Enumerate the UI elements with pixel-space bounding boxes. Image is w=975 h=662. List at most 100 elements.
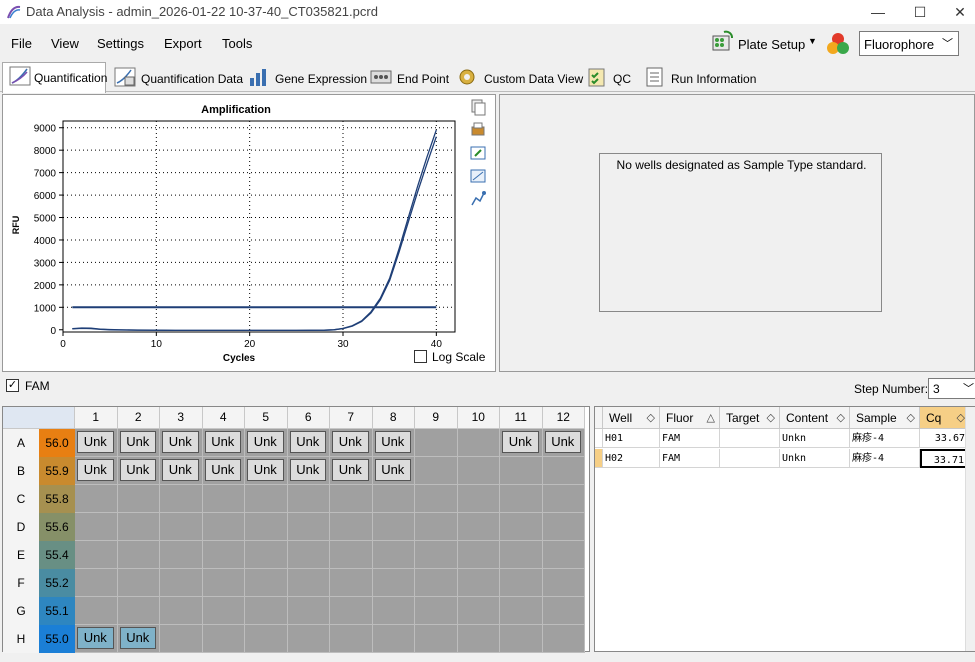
table-cell-sample[interactable]: 麻疹-4	[850, 429, 920, 448]
plate-well[interactable]	[415, 541, 458, 569]
plate-well[interactable]	[160, 569, 203, 597]
plate-well[interactable]	[542, 513, 585, 541]
table-cell-sample[interactable]: 麻疹-4	[850, 449, 920, 468]
menu-tools[interactable]: Tools	[222, 36, 252, 51]
plate-well[interactable]	[160, 513, 203, 541]
fluorophore-select[interactable]: Fluorophore ﹀	[859, 31, 959, 56]
plate-column-header[interactable]: 11	[500, 407, 543, 429]
plate-well[interactable]	[500, 569, 543, 597]
export-image-icon[interactable]	[469, 144, 487, 162]
plate-well[interactable]	[75, 569, 118, 597]
plate-column-header[interactable]: 5	[245, 407, 288, 429]
plate-well[interactable]	[202, 485, 245, 513]
plate-well[interactable]: Unk	[117, 429, 160, 457]
plate-well[interactable]: Unk	[75, 625, 118, 653]
tab-custom-data-view[interactable]: Custom Data View	[450, 64, 583, 91]
menu-view[interactable]: View	[51, 36, 79, 51]
plate-well[interactable]: Unk	[372, 457, 415, 485]
plate-row-header[interactable]: G	[3, 597, 39, 625]
amplification-chart[interactable]: Amplification Cycles RFU 0 10 20 30 40 0 1000 2…	[3, 95, 497, 373]
plate-well[interactable]	[415, 569, 458, 597]
plate-well[interactable]	[330, 569, 373, 597]
plate-well[interactable]: Unk	[117, 457, 160, 485]
tab-run-information[interactable]: Run Information	[638, 64, 756, 91]
plate-well[interactable]	[330, 625, 373, 653]
plate-well[interactable]	[500, 457, 543, 485]
tab-quantification[interactable]: Quantification	[2, 62, 107, 93]
plate-well[interactable]: Unk	[372, 429, 415, 457]
plate-well[interactable]	[372, 569, 415, 597]
plate-row-header[interactable]: D	[3, 513, 39, 541]
chart-settings-icon[interactable]	[469, 190, 487, 208]
plate-well[interactable]	[542, 625, 585, 653]
plate-well[interactable]	[245, 513, 288, 541]
plate-well[interactable]	[457, 569, 500, 597]
plate-well[interactable]: Unk	[160, 457, 203, 485]
plate-well[interactable]	[542, 541, 585, 569]
menu-settings[interactable]: Settings	[97, 36, 144, 51]
plate-well[interactable]	[500, 485, 543, 513]
plate-well[interactable]: Unk	[202, 429, 245, 457]
plate-well[interactable]	[500, 541, 543, 569]
column-header-well[interactable]: Well ◇	[603, 407, 660, 429]
plate-well[interactable]	[457, 429, 500, 457]
plate-row-header[interactable]: F	[3, 569, 39, 597]
plate-well[interactable]	[457, 513, 500, 541]
plate-well[interactable]	[457, 541, 500, 569]
plate-well[interactable]	[457, 597, 500, 625]
plate-well[interactable]	[415, 485, 458, 513]
plate-well[interactable]	[160, 597, 203, 625]
plate-well[interactable]	[202, 625, 245, 653]
plate-well[interactable]: Unk	[287, 429, 330, 457]
plate-well[interactable]	[117, 513, 160, 541]
plate-well[interactable]: Unk	[75, 429, 118, 457]
plate-well[interactable]: Unk	[500, 429, 543, 457]
plate-well[interactable]	[75, 541, 118, 569]
plate-well[interactable]	[457, 625, 500, 653]
table-cell-target[interactable]	[720, 449, 780, 468]
plate-well[interactable]	[202, 569, 245, 597]
plate-well[interactable]	[75, 485, 118, 513]
plate-well[interactable]	[500, 597, 543, 625]
plate-well[interactable]	[415, 625, 458, 653]
plate-well[interactable]: Unk	[330, 457, 373, 485]
tab-end-point[interactable]: End Point	[364, 64, 449, 91]
plate-well[interactable]: Unk	[160, 429, 203, 457]
plate-well[interactable]: Unk	[287, 457, 330, 485]
log-scale-checkbox[interactable]	[414, 350, 427, 363]
fam-checkbox[interactable]: ✓	[6, 379, 19, 392]
plate-well[interactable]	[457, 485, 500, 513]
maximize-button[interactable]: ☐	[906, 2, 934, 22]
plate-well[interactable]	[245, 485, 288, 513]
plate-well[interactable]	[500, 513, 543, 541]
plate-well[interactable]	[330, 513, 373, 541]
table-cell-well[interactable]: H02	[603, 449, 660, 468]
plate-column-header[interactable]: 6	[287, 407, 330, 429]
menu-file[interactable]: File	[11, 36, 32, 51]
plate-well[interactable]	[415, 457, 458, 485]
plate-well[interactable]	[372, 485, 415, 513]
plate-well[interactable]	[117, 597, 160, 625]
plate-well[interactable]: Unk	[245, 457, 288, 485]
plate-well[interactable]: Unk	[75, 457, 118, 485]
plate-well[interactable]	[542, 597, 585, 625]
plate-well[interactable]	[287, 597, 330, 625]
plate-well[interactable]	[117, 569, 160, 597]
vertical-scrollbar[interactable]	[965, 407, 975, 651]
plate-well[interactable]	[372, 541, 415, 569]
plate-well[interactable]: Unk	[542, 429, 585, 457]
table-cell-content[interactable]: Unkn	[780, 449, 850, 468]
plate-well[interactable]	[202, 513, 245, 541]
step-number-select[interactable]: 3 ﹀	[928, 378, 975, 399]
table-cell-fluor[interactable]: FAM	[660, 449, 720, 468]
plate-well[interactable]	[542, 457, 585, 485]
tab-qc[interactable]: QC	[580, 64, 636, 91]
plate-well[interactable]	[415, 429, 458, 457]
table-cell-cq[interactable]: 33.67	[920, 429, 970, 448]
plate-well[interactable]	[287, 569, 330, 597]
plate-well[interactable]: Unk	[330, 429, 373, 457]
plate-well[interactable]	[75, 513, 118, 541]
plate-column-header[interactable]: 4	[202, 407, 245, 429]
plate-well[interactable]: Unk	[117, 625, 160, 653]
plate-well[interactable]	[372, 513, 415, 541]
